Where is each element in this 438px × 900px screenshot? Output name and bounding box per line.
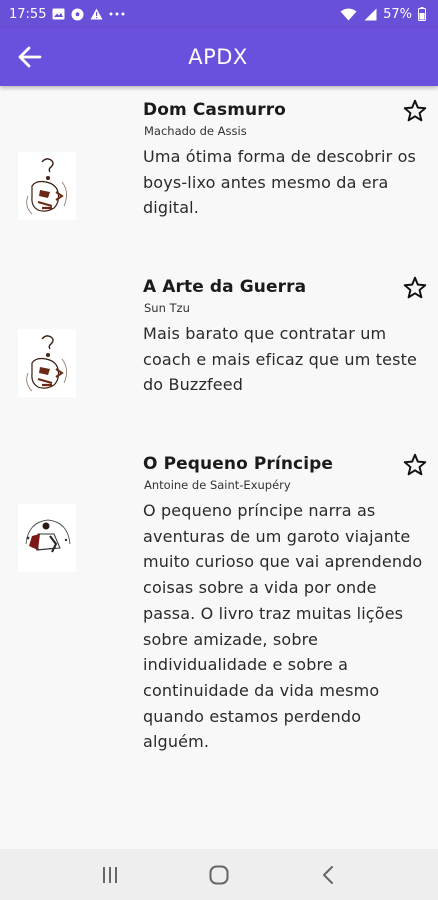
star-outline-icon[interactable] <box>402 275 428 301</box>
system-nav-bar <box>0 849 438 900</box>
book-author: Antoine de Saint-Exupéry <box>144 478 291 492</box>
back-button[interactable] <box>14 42 46 72</box>
image-icon <box>52 8 65 20</box>
warning-icon <box>90 8 103 20</box>
star-outline-icon[interactable] <box>402 452 428 478</box>
book-author: Machado de Assis <box>144 124 247 138</box>
status-time: 17:55 <box>9 6 47 22</box>
book-title: O Pequeno Príncipe <box>143 454 334 474</box>
book-cover-image <box>18 152 76 220</box>
more-dots-icon <box>109 12 125 16</box>
battery-icon <box>418 7 426 21</box>
book-description: O pequeno príncipe narra as aventuras de… <box>143 501 423 752</box>
book-description: Uma ótima forma de descobrir os boys-lix… <box>143 147 416 218</box>
status-bar: 17:55 57% <box>0 0 438 28</box>
book-title: Dom Casmurro <box>143 100 286 120</box>
home-button[interactable] <box>199 855 239 895</box>
status-right: 57% <box>340 7 426 22</box>
star-outline-icon[interactable] <box>402 98 428 124</box>
arrow-left-icon <box>18 46 42 68</box>
battery-percent: 57% <box>383 6 412 22</box>
system-back-button[interactable] <box>308 855 348 895</box>
book-description: Mais barato que contratar um coach e mai… <box>143 324 418 395</box>
book-cover-image <box>18 504 76 572</box>
recent-apps-button[interactable] <box>90 855 130 895</box>
back-chevron-icon <box>323 865 334 884</box>
wifi-icon <box>340 8 357 21</box>
home-icon <box>209 865 229 884</box>
status-left: 17:55 <box>9 7 125 22</box>
book-cover-image <box>18 329 76 397</box>
signal-icon <box>363 8 377 21</box>
app-title: APDX <box>188 45 248 69</box>
book-title: A Arte da Guerra <box>143 277 307 297</box>
app-bar: APDX <box>0 28 438 86</box>
recent-apps-icon <box>102 866 117 883</box>
book-author: Sun Tzu <box>144 301 190 315</box>
soccer-ball-icon <box>71 8 84 21</box>
